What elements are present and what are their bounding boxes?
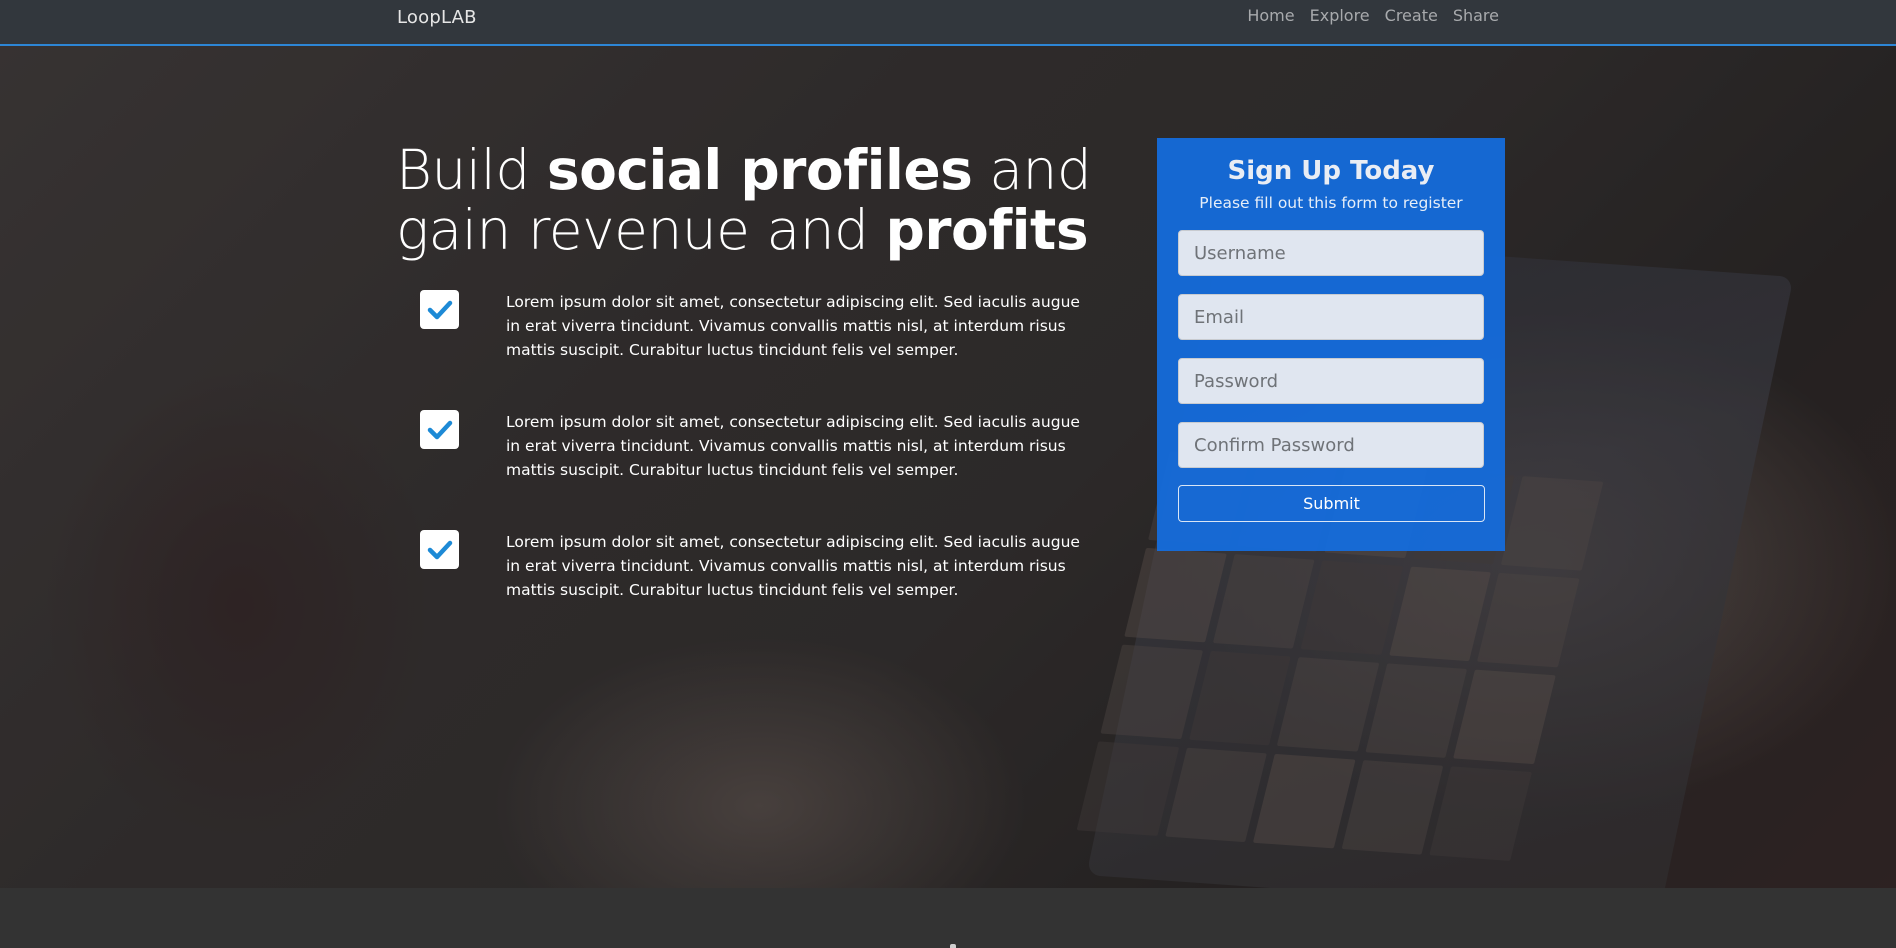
submit-button[interactable]: Submit	[1178, 485, 1485, 522]
check-icon	[420, 290, 459, 329]
headline-bold-1: social profiles	[546, 138, 973, 202]
hero-section: Build social profiles and gain revenue a…	[0, 46, 1896, 888]
hero-headline: Build social profiles and gain revenue a…	[396, 140, 1096, 260]
headline-bold-2: profits	[885, 198, 1089, 262]
signup-title: Sign Up Today	[1227, 156, 1435, 186]
feature-text: Lorem ipsum dolor sit amet, consectetur …	[506, 413, 1080, 479]
nav-links: Home Explore Create Share	[1232, 8, 1499, 24]
username-field[interactable]	[1178, 230, 1484, 276]
nav-link-create[interactable]: Create	[1385, 8, 1438, 24]
nav-link-home[interactable]: Home	[1247, 8, 1294, 24]
signup-form: Sign Up Today Please fill out this form …	[1157, 138, 1505, 551]
feature-item: Lorem ipsum dolor sit amet, consectetur …	[420, 530, 1100, 610]
password-field[interactable]	[1178, 358, 1484, 404]
feature-item: Lorem ipsum dolor sit amet, consectetur …	[420, 290, 1100, 370]
check-icon	[420, 410, 459, 449]
signup-subtitle: Please fill out this form to register	[1199, 194, 1463, 212]
footer-section	[0, 888, 1896, 948]
feature-text: Lorem ipsum dolor sit amet, consectetur …	[506, 533, 1080, 599]
hero-content: Build social profiles and gain revenue a…	[0, 46, 1896, 888]
nav-link-explore[interactable]: Explore	[1310, 8, 1370, 24]
nav-link-share[interactable]: Share	[1453, 8, 1499, 24]
feature-item: Lorem ipsum dolor sit amet, consectetur …	[420, 410, 1100, 490]
headline-text-1: Build	[396, 138, 547, 202]
feature-text: Lorem ipsum dolor sit amet, consectetur …	[506, 293, 1080, 359]
email-field[interactable]	[1178, 294, 1484, 340]
brand-logo-text[interactable]: LoopLAB	[397, 7, 477, 28]
footer-decoration	[950, 944, 956, 948]
confirm-password-field[interactable]	[1178, 422, 1484, 468]
top-navbar: LoopLAB Home Explore Create Share	[0, 0, 1896, 46]
check-icon	[420, 530, 459, 569]
